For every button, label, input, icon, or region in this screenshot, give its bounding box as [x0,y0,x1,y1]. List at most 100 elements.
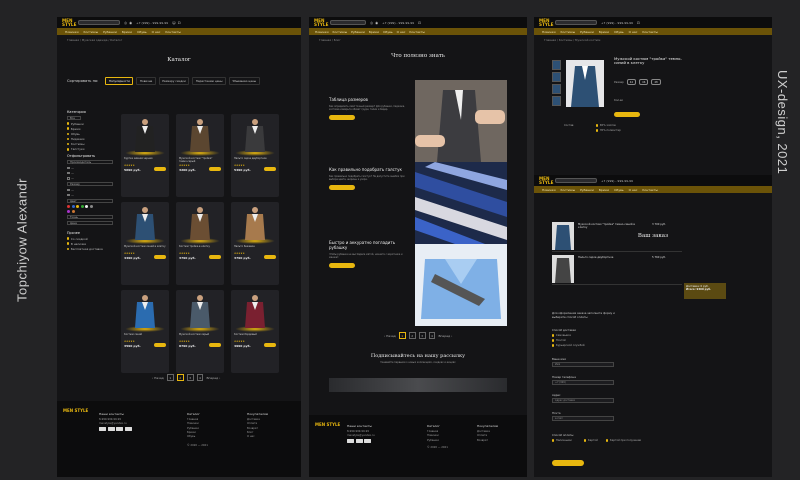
filter-dropdown[interactable]: Размер [67,181,113,187]
footer-link[interactable]: Рубашки [427,439,448,442]
nav-item[interactable]: Рубашки [351,30,365,34]
delivery-option[interactable]: Почтой [552,339,566,342]
extra-option[interactable]: В наличии [67,242,113,246]
category-item[interactable]: Обувь [67,132,113,136]
footer-phone[interactable]: 8-999-999-99-99 [99,418,132,421]
pager-prev[interactable]: ‹ Назад [384,334,396,338]
delivery-option[interactable]: Самовывоз [552,334,571,337]
payment-option[interactable]: Наличными [552,439,572,442]
filter-dropdown[interactable]: Цвет [67,198,113,203]
footer-link[interactable]: Доставка [247,418,268,421]
pager-next[interactable]: Вперед › [438,334,452,338]
article-more-button[interactable] [329,263,355,268]
sort-option[interactable]: Популярности [105,77,134,86]
nav-item[interactable]: Рубашки [580,30,594,34]
nav-item[interactable]: Новинки [65,30,79,34]
nav-item[interactable]: Обувь [137,30,147,34]
product-card[interactable]: Костюм тройка в клетку ★★★★★ 3790 руб. [176,202,224,285]
product-card[interactable]: Пальто серое двубортное ★★★★★ 5490 руб. [231,114,279,197]
cart-icon[interactable]: ⊡ [178,21,181,25]
cart-icon[interactable]: ⊡ [637,21,640,25]
category-item[interactable]: Пиджаки [67,137,113,141]
nav-item[interactable]: Контакты [409,30,424,34]
name-field[interactable]: Имя [552,362,614,367]
article-more-button[interactable] [329,115,355,120]
size-option[interactable]: 46 [639,79,649,85]
pager-page[interactable]: 1 [166,374,174,381]
logo[interactable]: MEN STYLE [62,18,76,27]
delivery-option[interactable]: Курьерской службой [552,344,585,347]
subscribe-banner[interactable] [329,378,507,392]
category-item[interactable]: Рубашки [67,122,113,126]
search-input[interactable] [78,20,120,25]
filter-option[interactable]: — [67,166,113,170]
product-name[interactable]: Мужской костюм "тройка" темно-серый [179,157,221,163]
add-to-cart-button[interactable] [209,255,221,259]
nav-item[interactable]: Костюмы [561,30,576,34]
email-field[interactable]: e-mail [552,416,614,421]
color-swatches[interactable] [67,205,93,213]
footer-link[interactable]: Возврат [247,427,268,430]
footer-link[interactable]: Главная [187,418,208,421]
quantity-stepper[interactable]: Кол-во [614,99,623,102]
pager-page[interactable]: 3 [186,374,194,381]
nav-item[interactable]: Новинки [542,188,556,192]
product-card[interactable]: Костюм бордовый ★★★★★ 4990 руб. [231,290,279,373]
nav-item[interactable]: Обувь [383,30,393,34]
vk-icon[interactable]: ◎ [124,21,127,25]
filter-dropdown[interactable]: Производитель [67,159,113,165]
footer-link[interactable]: Брюки [187,431,208,434]
size-option[interactable]: 48 [651,79,661,85]
place-order-button[interactable] [552,460,584,466]
pager-prev[interactable]: ‹ Назад [152,376,164,380]
pager-page-active[interactable]: 1 [398,332,406,339]
user-icon[interactable]: ☺ [172,21,176,25]
add-to-cart-button[interactable] [264,255,276,259]
add-to-cart-button[interactable] [614,112,640,117]
footer-email[interactable]: menstyle@yandex.ru [347,434,375,437]
whatsapp-icon[interactable]: ◉ [129,21,132,25]
category-item[interactable]: Костюмы [67,142,113,146]
product-name[interactable]: Костюм синий [124,333,166,336]
nav-item[interactable]: Новинки [315,30,329,34]
nav-item[interactable]: О нас [629,188,638,192]
nav-item[interactable]: Брюки [122,30,132,34]
sort-option[interactable]: Размеру скидки [158,77,190,86]
phone-field[interactable]: +7 (999) [552,380,614,385]
product-card[interactable]: Мужской костюм синий в клетку ★★★★★ 4490 р… [121,202,169,285]
payment-option[interactable]: Картой [584,439,598,442]
size-option[interactable]: 44 [626,79,637,85]
search-input[interactable] [555,178,597,183]
add-to-cart-button[interactable] [209,167,221,171]
category-item[interactable]: Галстуки [67,147,113,151]
product-name[interactable]: Костюм тройка в клетку [179,245,221,248]
nav-item[interactable]: Контакты [642,30,657,34]
category-item[interactable]: Брюки [67,127,113,131]
filter-option[interactable]: — [67,176,113,180]
logo[interactable]: MEN STYLE [539,18,553,27]
nav-item[interactable]: Контакты [642,188,657,192]
nav-item[interactable]: Костюмы [561,188,576,192]
product-card[interactable]: Куртка зимняя черная ★★★★★ 5690 руб. [121,114,169,197]
sort-option[interactable]: Нарастанию цены [192,77,227,86]
article-more-button[interactable] [329,185,355,190]
extra-option[interactable]: Со скидкой [67,237,113,241]
vk-icon[interactable]: ◎ [370,21,373,25]
product-name[interactable]: Пальто серое двубортное [234,157,276,160]
address-field[interactable]: Адрес доставки [552,398,614,403]
footer-link[interactable]: Доставка [477,430,498,433]
product-thumbnails[interactable] [552,60,561,106]
add-to-cart-button[interactable] [154,255,166,259]
sort-option[interactable]: Убыванию цены [229,77,260,86]
product-name[interactable]: Мужской костюм серый [179,333,221,336]
add-to-cart-button[interactable] [154,343,166,347]
footer-link[interactable]: Новинки [427,434,448,437]
footer-link[interactable]: Блог [247,431,268,434]
nav-item[interactable]: Обувь [614,188,624,192]
nav-item[interactable]: О нас [397,30,406,34]
footer-email[interactable]: menstyle@yandex.ru [99,422,132,425]
pager-page[interactable]: 3 [418,332,426,339]
pager-next[interactable]: Вперед › [206,376,220,380]
nav-item[interactable]: Брюки [369,30,379,34]
product-name[interactable]: Костюм бордовый [234,333,276,336]
